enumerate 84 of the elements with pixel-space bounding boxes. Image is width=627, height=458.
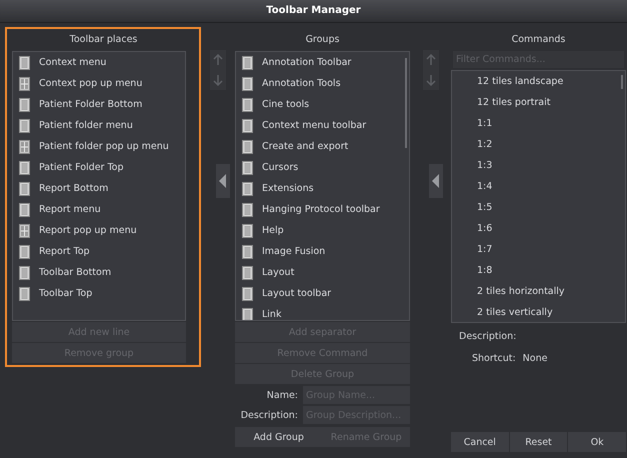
triangle-left-icon (432, 174, 440, 188)
list-item[interactable]: Hanging Protocol toolbar (236, 199, 409, 220)
document-icon (242, 266, 253, 280)
list-item[interactable]: Toolbar Top (13, 283, 185, 304)
grid-icon (19, 140, 30, 154)
list-item[interactable]: Help (236, 220, 409, 241)
list-item[interactable]: Report Bottom (13, 178, 185, 199)
list-item[interactable]: Report menu (13, 199, 185, 220)
list-item[interactable]: Toolbar Bottom (13, 262, 185, 283)
document-icon (19, 266, 30, 280)
list-item[interactable]: 1:5 (452, 197, 625, 218)
list-item[interactable]: 12 tiles landscape (452, 71, 625, 92)
list-item[interactable]: 12 tiles portrait (452, 92, 625, 113)
list-item[interactable]: 1:2 (452, 134, 625, 155)
shortcut-value: None (522, 353, 548, 364)
list-item[interactable]: Image Fusion (236, 241, 409, 262)
grid-icon (19, 76, 30, 90)
move-left-button[interactable] (428, 164, 442, 198)
document-icon (19, 98, 30, 112)
list-item[interactable]: Patient folder menu (13, 115, 185, 136)
document-icon (242, 140, 253, 154)
document-icon (242, 182, 253, 196)
field-label: Description: (240, 410, 298, 420)
list-item[interactable]: Cursors (236, 157, 409, 178)
list-item[interactable]: Annotation Toolbar (236, 52, 409, 73)
list-item[interactable]: Annotation Tools (236, 73, 409, 94)
list-item[interactable]: Context pop up menu (13, 73, 185, 94)
shortcut-label: Shortcut: (472, 353, 516, 364)
list-item[interactable]: Layout (236, 262, 409, 283)
panel-heading: Toolbar places (68, 33, 138, 47)
grid-icon (19, 224, 30, 238)
list-item[interactable]: Link (236, 304, 409, 320)
document-icon (19, 160, 30, 174)
description-label: Description: (459, 331, 518, 342)
document-icon (19, 202, 30, 216)
move-up-icon[interactable] (426, 54, 436, 66)
document-icon (242, 118, 253, 132)
move-down-icon[interactable] (213, 74, 223, 86)
window-title: Toolbar Manager (0, 0, 627, 23)
document-icon (242, 224, 253, 238)
document-icon (19, 286, 30, 300)
list-item[interactable]: Patient folder pop up menu (13, 136, 185, 157)
document-icon (242, 202, 253, 216)
list-item[interactable]: Patient Folder Top (13, 157, 185, 178)
list-item[interactable]: Create and export (236, 136, 409, 157)
list-item[interactable]: Patient Folder Bottom (13, 94, 185, 115)
document-icon (242, 244, 253, 258)
document-icon (242, 76, 253, 90)
list-item[interactable]: Context menu (13, 52, 185, 73)
list-item[interactable]: 2 tiles vertically (452, 302, 625, 322)
list-item[interactable]: Report pop up menu (13, 220, 185, 241)
document-icon (19, 182, 30, 196)
list-item[interactable]: Report Top (13, 241, 185, 262)
document-icon (19, 244, 30, 258)
list-item[interactable]: Extensions (236, 178, 409, 199)
document-icon (242, 308, 253, 320)
list-item[interactable]: 1:3 (452, 155, 625, 176)
list-item[interactable]: 2 tiles horizontally (452, 281, 625, 302)
list-item[interactable]: 1:7 (452, 239, 625, 260)
move-down-icon[interactable] (426, 74, 436, 86)
button[interactable]: Ok (568, 432, 626, 452)
list-item[interactable]: 1:6 (452, 218, 625, 239)
button[interactable]: Reset (510, 432, 568, 452)
panel-heading: Groups (304, 33, 340, 47)
button[interactable]: Cancel (451, 432, 509, 452)
list-item[interactable]: Context menu toolbar (236, 115, 409, 136)
list-item[interactable]: Layout toolbar (236, 283, 409, 304)
list-item[interactable]: 1:8 (452, 260, 625, 281)
document-icon (242, 160, 253, 174)
document-icon (242, 56, 253, 70)
field-label: Name: (266, 390, 298, 400)
document-icon (242, 98, 253, 112)
document-icon (242, 286, 253, 300)
document-icon (19, 56, 30, 70)
scrollbar[interactable] (405, 58, 407, 148)
scrollbar[interactable] (621, 75, 623, 89)
panel-heading: Commands (510, 33, 566, 47)
document-icon (19, 118, 30, 132)
list-item[interactable]: 1:1 (452, 113, 625, 134)
move-left-button[interactable] (216, 164, 230, 198)
list-item[interactable]: 1:4 (452, 176, 625, 197)
move-up-icon[interactable] (213, 54, 223, 66)
list-item[interactable]: Cine tools (236, 94, 409, 115)
triangle-left-icon (219, 174, 227, 188)
